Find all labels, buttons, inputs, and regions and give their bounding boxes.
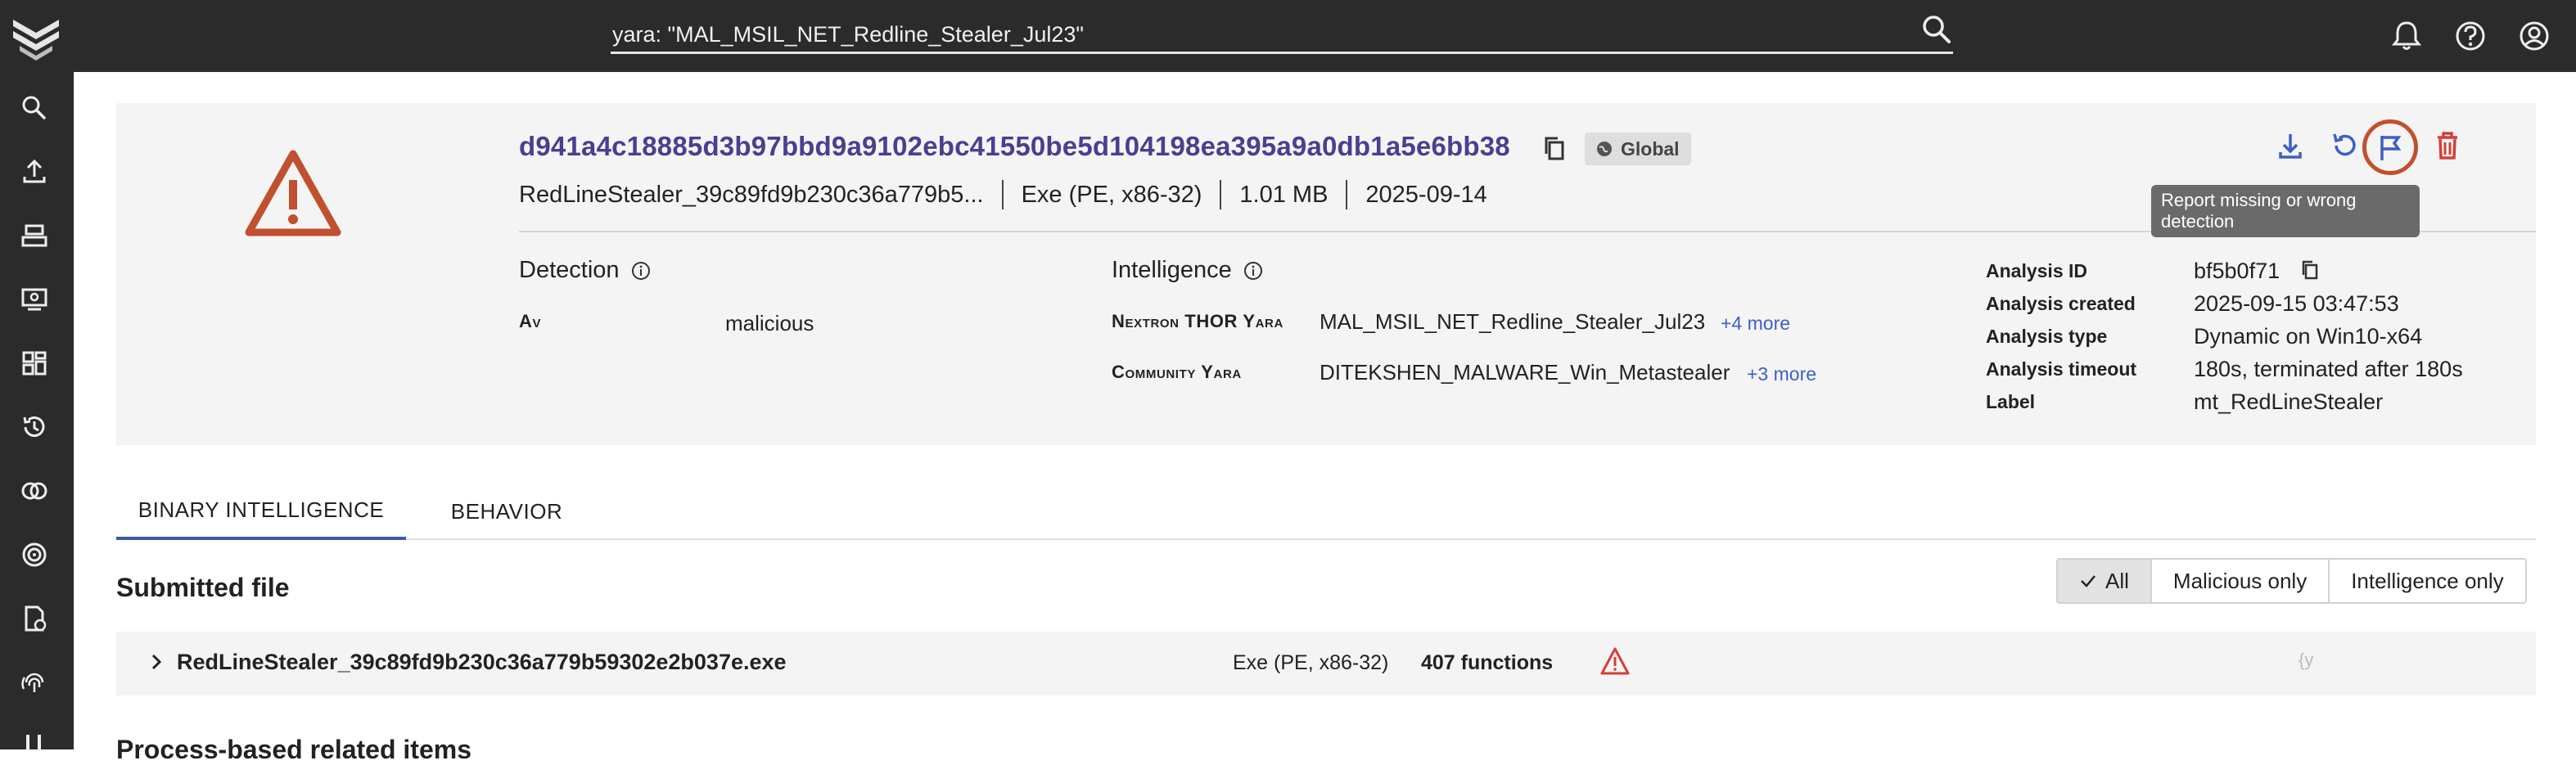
search-icon[interactable] xyxy=(1920,13,1953,46)
intelligence-title: Intelligence xyxy=(1112,257,1232,283)
sidebar-target-icon[interactable] xyxy=(18,538,51,571)
intel-community-value[interactable]: DITEKSHEN_MALWARE_Win_Metastealer xyxy=(1320,360,1730,385)
sidebar-dashboard-icon[interactable] xyxy=(18,347,51,380)
filter-all-label: All xyxy=(2105,568,2129,593)
sidebar xyxy=(0,72,74,751)
sample-filename: RedLineStealer_39c89fd9b230c36a779b5... xyxy=(519,181,984,208)
search-input[interactable] xyxy=(611,11,1896,51)
visibility-badge-label: Global xyxy=(1621,137,1680,160)
sidebar-upload-icon[interactable] xyxy=(18,155,51,188)
tab-behavior[interactable]: BEHAVIOR xyxy=(406,483,607,540)
chevron-right-icon[interactable] xyxy=(144,650,169,674)
sidebar-samples-icon[interactable] xyxy=(18,219,51,252)
globe-icon xyxy=(1597,142,1612,156)
sidebar-monitor-icon[interactable] xyxy=(18,283,51,316)
top-bar xyxy=(0,0,2576,72)
detection-title: Detection xyxy=(519,257,620,283)
check-icon xyxy=(2081,575,2096,587)
info-icon[interactable] xyxy=(1243,261,1263,281)
analysis-timeout-value: 180s, terminated after 180s xyxy=(2194,357,2463,381)
tab-binary-intelligence[interactable]: BINARY INTELLIGENCE xyxy=(116,483,406,540)
sample-size: 1.01 MB xyxy=(1239,181,1329,208)
warning-icon xyxy=(1600,647,1630,675)
detection-heading: Detection xyxy=(519,257,651,284)
analysis-type-value: Dynamic on Win10-x64 xyxy=(2194,324,2423,349)
intel-thor-label: Nextron THOR Yara xyxy=(1112,311,1283,331)
sidebar-fingerprint-icon[interactable] xyxy=(18,666,51,699)
reanalyze-icon[interactable] xyxy=(2326,128,2362,164)
download-icon[interactable] xyxy=(2272,128,2308,164)
file-type: Exe (PE, x86-32) xyxy=(1233,651,1389,674)
sample-summary-panel: d941a4c18885d3b97bbd9a9102ebc41550be5d10… xyxy=(116,103,2536,445)
analysis-created-label: Analysis created xyxy=(1986,293,2136,314)
sidebar-search-icon[interactable] xyxy=(18,92,51,124)
intel-community-label: Community Yara xyxy=(1112,362,1242,382)
copy-icon[interactable] xyxy=(1541,134,1568,162)
sample-hash[interactable]: d941a4c18885d3b97bbd9a9102ebc41550be5d10… xyxy=(519,131,1510,162)
sidebar-compare-icon[interactable] xyxy=(18,475,51,507)
search-bar xyxy=(611,11,1953,54)
intel-thor-more-link[interactable]: +4 more xyxy=(1721,313,1790,335)
filter-all-button[interactable]: All xyxy=(2058,560,2152,602)
analysis-label-value: mt_RedLineStealer xyxy=(2194,389,2384,414)
tab-bar: BINARY INTELLIGENCE BEHAVIOR xyxy=(116,483,2536,540)
filter-malicious-button[interactable]: Malicious only xyxy=(2151,560,2330,602)
intel-community-more-link[interactable]: +3 more xyxy=(1747,363,1816,385)
analysis-id-value: bf5b0f71 xyxy=(2194,259,2281,283)
divider xyxy=(1346,180,1348,209)
sidebar-file-info-icon[interactable] xyxy=(18,602,51,635)
account-icon[interactable] xyxy=(2516,18,2552,54)
intel-thor-value[interactable]: MAL_MSIL_NET_Redline_Stealer_Jul23 xyxy=(1320,309,1705,335)
file-name: RedLineStealer_39c89fd9b230c36a779b59302… xyxy=(177,650,787,674)
sample-date: 2025-09-14 xyxy=(1365,181,1487,208)
analysis-created-value: 2025-09-15 03:47:53 xyxy=(2194,291,2399,316)
detection-av-value: malicious xyxy=(725,311,814,335)
divider xyxy=(1001,180,1004,209)
analysis-type-label: Analysis type xyxy=(1986,326,2108,347)
help-icon[interactable] xyxy=(2452,18,2488,54)
info-icon[interactable] xyxy=(631,261,651,281)
sample-meta: RedLineStealer_39c89fd9b230c36a779b5... … xyxy=(519,177,1487,213)
file-functions: 407 functions xyxy=(1421,651,1554,674)
analysis-id-label: Analysis ID xyxy=(1986,260,2087,281)
divider xyxy=(1220,180,1222,209)
bell-icon[interactable] xyxy=(2389,18,2425,54)
analysis-timeout-label: Analysis timeout xyxy=(1986,358,2137,380)
yara-glyph-icon: {y xyxy=(2299,650,2314,670)
submitted-file-heading: Submitted file xyxy=(116,573,290,602)
filter-toggle-group: All Malicious only Intelligence only xyxy=(2056,558,2527,604)
sidebar-history-icon[interactable] xyxy=(18,411,51,443)
sample-type: Exe (PE, x86-32) xyxy=(1021,181,1202,208)
copy-icon[interactable] xyxy=(2299,259,2321,281)
file-row[interactable]: RedLineStealer_39c89fd9b230c36a779b59302… xyxy=(116,632,2536,695)
related-items-heading: Process-based related items xyxy=(116,735,471,764)
intelligence-heading: Intelligence xyxy=(1112,257,1263,284)
sidebar-more-icon[interactable] xyxy=(18,727,51,759)
analysis-label-label: Label xyxy=(1986,391,2036,412)
visibility-badge: Global xyxy=(1585,133,1691,165)
flag-icon[interactable] xyxy=(2372,129,2408,165)
report-tooltip: Report missing or wrong detection xyxy=(2151,185,2420,237)
detection-av-label: Av xyxy=(519,311,542,331)
delete-icon[interactable] xyxy=(2429,128,2465,164)
app-logo-icon[interactable] xyxy=(8,8,64,64)
warning-icon xyxy=(245,150,341,236)
filter-intelligence-button[interactable]: Intelligence only xyxy=(2330,560,2525,602)
